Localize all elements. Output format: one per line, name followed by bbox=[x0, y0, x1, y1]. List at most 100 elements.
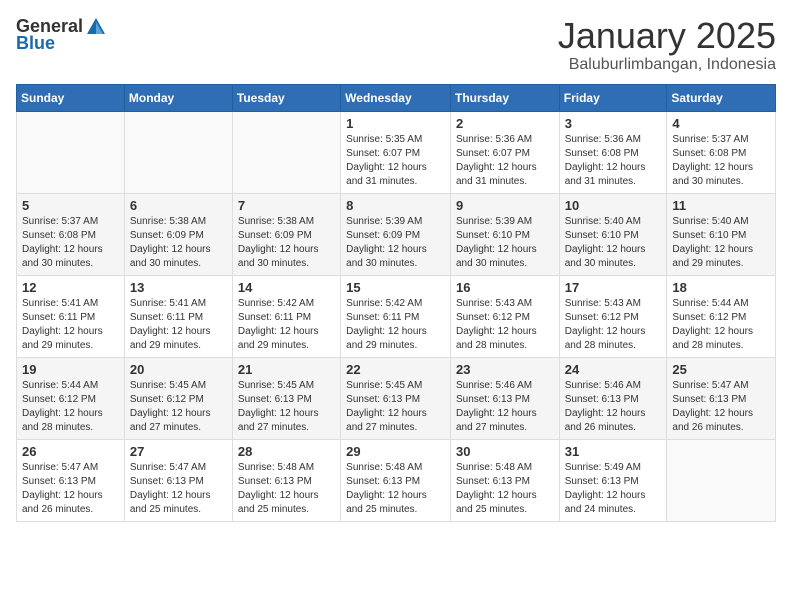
cell-line: Sunrise: 5:41 AM bbox=[130, 298, 206, 309]
cell-line: Sunset: 6:13 PM bbox=[456, 476, 530, 487]
table-row bbox=[232, 111, 340, 193]
table-row: 23 Sunrise: 5:46 AMSunset: 6:13 PMDayligh… bbox=[450, 357, 559, 439]
cell-content: Sunrise: 5:36 AMSunset: 6:07 PMDaylight:… bbox=[456, 133, 554, 189]
cell-line: Daylight: 12 hours bbox=[565, 408, 646, 419]
day-number: 8 bbox=[346, 198, 445, 213]
calendar-week-row: 5 Sunrise: 5:37 AM Sunset: 6:08 PM Daylight… bbox=[17, 193, 776, 275]
cell-line: Sunrise: 5:47 AM bbox=[22, 462, 98, 473]
cell-line: Sunset: 6:12 PM bbox=[672, 312, 746, 323]
cell-line: Sunrise: 5:40 AM bbox=[565, 216, 641, 227]
cell-line: Daylight: 12 hours bbox=[456, 244, 537, 255]
table-row: 13Sunrise: 5:41 AMSunset: 6:11 PMDayligh… bbox=[124, 275, 232, 357]
cell-line: Sunrise: 5:44 AM bbox=[672, 298, 748, 309]
cell-line: and 30 minutes. bbox=[565, 258, 636, 269]
cell-line: Sunset: 6:11 PM bbox=[346, 312, 419, 323]
cell-line: Sunrise: 5:37 AM bbox=[22, 216, 98, 227]
cell-line: Sunrise: 5:48 AM bbox=[456, 462, 532, 473]
cell-line: and 28 minutes. bbox=[456, 340, 527, 351]
cell-line: and 27 minutes. bbox=[238, 422, 309, 433]
cell-line: Sunset: 6:11 PM bbox=[22, 312, 95, 323]
cell-line: Sunset: 6:09 PM bbox=[238, 230, 312, 241]
cell-line: Sunset: 6:09 PM bbox=[130, 230, 204, 241]
cell-line: and 29 minutes. bbox=[22, 340, 93, 351]
table-row: 11Sunrise: 5:40 AMSunset: 6:10 PMDayligh… bbox=[667, 193, 776, 275]
day-number: 24 bbox=[565, 362, 662, 377]
table-row: 27Sunrise: 5:47 AMSunset: 6:13 PMDayligh… bbox=[124, 439, 232, 521]
cell-line: Sunrise: 5:36 AM bbox=[565, 134, 641, 145]
cell-line: Sunset: 6:12 PM bbox=[456, 312, 530, 323]
cell-line: Daylight: 12 hours bbox=[565, 490, 646, 501]
cell-line: Sunrise: 5:39 AM bbox=[346, 216, 422, 227]
table-row: 6Sunrise: 5:38 AMSunset: 6:09 PMDaylight… bbox=[124, 193, 232, 275]
cell-content: Sunrise: 5:43 AMSunset: 6:12 PMDaylight:… bbox=[565, 297, 662, 353]
table-row: 9Sunrise: 5:39 AMSunset: 6:10 PMDaylight… bbox=[450, 193, 559, 275]
day-number: 21 bbox=[238, 362, 335, 377]
day-number: 28 bbox=[238, 444, 335, 459]
cell-content: Sunrise: 5:47 AMSunset: 6:13 PMDaylight:… bbox=[672, 379, 770, 435]
cell-content: Sunrise: 5:39 AMSunset: 6:09 PMDaylight:… bbox=[346, 215, 445, 271]
cell-line: and 29 minutes. bbox=[672, 258, 743, 269]
cell-line: Daylight: 12 hours bbox=[22, 490, 103, 501]
cell-line: Sunset: 6:13 PM bbox=[238, 394, 312, 405]
day-number: 5 bbox=[22, 198, 119, 213]
cell-line: and 26 minutes. bbox=[565, 422, 636, 433]
cell-line: Daylight: 12 hours bbox=[672, 244, 753, 255]
cell-line: Sunset: 6:12 PM bbox=[22, 394, 96, 405]
table-row: 1Sunrise: 5:35 AMSunset: 6:07 PMDaylight… bbox=[341, 111, 451, 193]
cell-line: Daylight: 12 hours bbox=[565, 244, 646, 255]
cell-line: Sunset: 6:12 PM bbox=[565, 312, 639, 323]
cell-line: Sunset: 6:13 PM bbox=[130, 476, 204, 487]
cell-content: Sunrise: 5:40 AMSunset: 6:10 PMDaylight:… bbox=[672, 215, 770, 271]
logo: General Blue bbox=[16, 16, 107, 54]
table-row: 24Sunrise: 5:46 AMSunset: 6:13 PMDayligh… bbox=[559, 357, 667, 439]
calendar-title: January 2025 bbox=[558, 16, 776, 56]
table-row bbox=[17, 111, 125, 193]
calendar-header-row: Sunday Monday Tuesday Wednesday Thursday… bbox=[17, 84, 776, 111]
cell-content: Sunrise: 5:47 AMSunset: 6:13 PMDaylight:… bbox=[130, 461, 227, 517]
table-row: 18Sunrise: 5:44 AMSunset: 6:12 PMDayligh… bbox=[667, 275, 776, 357]
cell-line: Sunset: 6:13 PM bbox=[565, 394, 639, 405]
table-row: 10Sunrise: 5:40 AMSunset: 6:10 PMDayligh… bbox=[559, 193, 667, 275]
cell-line: Sunset: 6:13 PM bbox=[346, 394, 420, 405]
cell-content: Sunrise: 5:44 AMSunset: 6:12 PMDaylight:… bbox=[672, 297, 770, 353]
cell-line: Daylight: 12 hours bbox=[346, 408, 427, 419]
cell-line: Sunset: 6:08 PM bbox=[22, 230, 96, 241]
cell-line: and 25 minutes. bbox=[238, 504, 309, 515]
cell-line: Sunrise: 5:45 AM bbox=[238, 380, 314, 391]
cell-content: Sunrise: 5:44 AMSunset: 6:12 PMDaylight:… bbox=[22, 379, 119, 435]
cell-line: and 31 minutes. bbox=[346, 176, 417, 187]
cell-line: Daylight: 12 hours bbox=[130, 408, 211, 419]
cell-content: Sunrise: 5:49 AMSunset: 6:13 PMDaylight:… bbox=[565, 461, 662, 517]
cell-content: Sunrise: 5:45 AMSunset: 6:12 PMDaylight:… bbox=[130, 379, 227, 435]
table-row: 26Sunrise: 5:47 AMSunset: 6:13 PMDayligh… bbox=[17, 439, 125, 521]
cell-content: Sunrise: 5:46 AMSunset: 6:13 PMDaylight:… bbox=[456, 379, 554, 435]
cell-line: Sunrise: 5:44 AM bbox=[22, 380, 98, 391]
cell-content: Sunrise: 5:40 AM Sunset: 6:10 PM Daylight:… bbox=[565, 215, 662, 271]
cell-line: and 30 minutes. bbox=[346, 258, 417, 269]
cell-line: Sunset: 6:07 PM bbox=[346, 148, 420, 159]
cell-line: Sunrise: 5:38 AM bbox=[238, 216, 314, 227]
cell-line: Daylight: 12 hours bbox=[565, 162, 646, 173]
cell-line: Sunset: 6:08 PM bbox=[672, 148, 746, 159]
day-number: 12 bbox=[22, 280, 119, 295]
cell-line: Sunset: 6:07 PM bbox=[456, 148, 530, 159]
cell-line: Sunset: 6:11 PM bbox=[130, 312, 203, 323]
calendar-week-row: 26Sunrise: 5:47 AMSunset: 6:13 PMDayligh… bbox=[17, 439, 776, 521]
cell-line: Sunrise: 5:42 AM bbox=[238, 298, 314, 309]
cell-line: Sunset: 6:10 PM bbox=[565, 230, 639, 241]
day-number: 23 bbox=[456, 362, 554, 377]
cell-line: Daylight: 12 hours bbox=[130, 326, 211, 337]
table-row: 25 Sunrise: 5:47 AMSunset: 6:13 PMDayligh… bbox=[667, 357, 776, 439]
table-row: 30Sunrise: 5:48 AMSunset: 6:13 PMDayligh… bbox=[450, 439, 559, 521]
cell-line: Daylight: 12 hours bbox=[456, 326, 537, 337]
cell-line: and 24 minutes. bbox=[565, 504, 636, 515]
calendar-week-row: 12 Sunrise: 5:41 AM Sunset: 6:11 PM Dayligh… bbox=[17, 275, 776, 357]
cell-line: Daylight: 12 hours bbox=[238, 408, 319, 419]
calendar-week-row: 19Sunrise: 5:44 AMSunset: 6:12 PMDayligh… bbox=[17, 357, 776, 439]
day-number: 15 bbox=[346, 280, 445, 295]
cell-line: Daylight: 12 hours bbox=[238, 244, 319, 255]
cell-line: and 26 minutes. bbox=[672, 422, 743, 433]
day-number: 4 bbox=[672, 116, 770, 131]
cell-content: Sunrise: 5:43 AMSunset: 6:12 PMDaylight:… bbox=[456, 297, 554, 353]
day-number: 25 bbox=[672, 362, 770, 377]
